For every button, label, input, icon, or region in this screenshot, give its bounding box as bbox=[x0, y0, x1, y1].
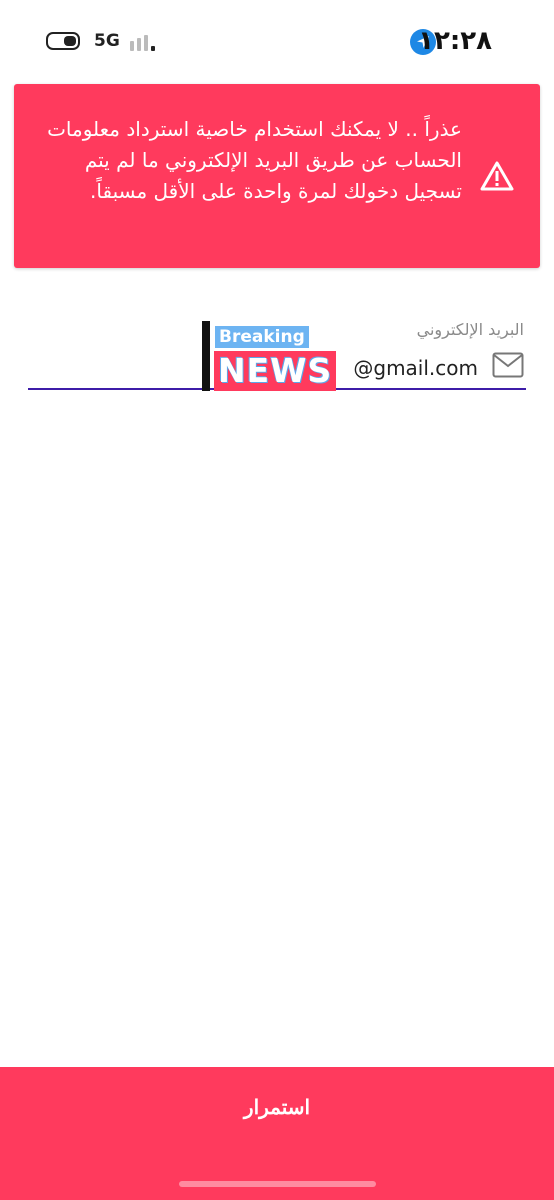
signal-icon bbox=[130, 33, 160, 51]
continue-button[interactable]: استمرار bbox=[0, 1067, 554, 1200]
sticker-breaking-text: Breaking bbox=[214, 325, 310, 349]
status-time: ١٢:٢٨ bbox=[418, 26, 492, 56]
email-field-label: البريد الإلكتروني bbox=[416, 320, 524, 339]
sticker-news-text: NEWS bbox=[214, 351, 337, 391]
mail-icon bbox=[492, 352, 524, 378]
battery-icon bbox=[46, 32, 80, 50]
email-input[interactable]: @gmail.com bbox=[353, 356, 478, 380]
error-alert: عذراً .. لا يمكنك استخدام خاصية استرداد … bbox=[14, 84, 540, 268]
home-indicator bbox=[179, 1181, 376, 1187]
network-type: 5G bbox=[94, 31, 120, 51]
sticker-bar bbox=[202, 321, 210, 391]
breaking-news-sticker: Breaking NEWS bbox=[202, 321, 344, 393]
continue-button-label: استمرار bbox=[243, 1097, 311, 1119]
alert-message: عذراً .. لا يمكنك استخدام خاصية استرداد … bbox=[47, 117, 462, 203]
status-bar: 5G ١٢:٢٨ bbox=[0, 0, 554, 80]
warning-triangle-icon bbox=[480, 160, 514, 192]
